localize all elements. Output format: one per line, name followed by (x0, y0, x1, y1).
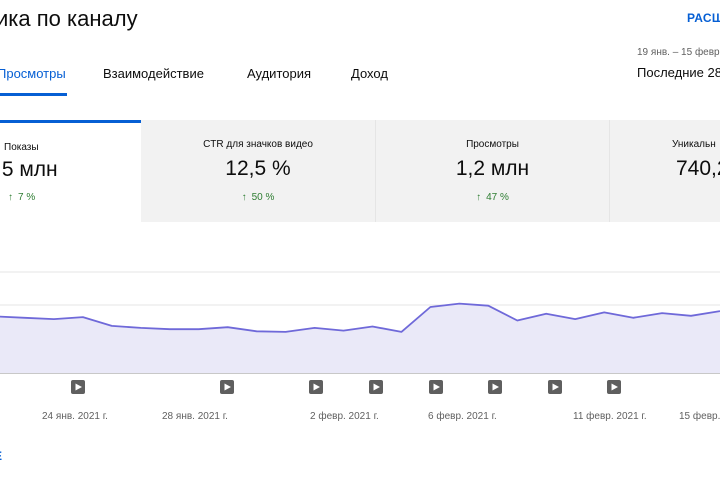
metric-card-ctr[interactable]: CTR для значков видео 12,5 % ↑ 50 % (141, 120, 375, 222)
tab-engagement[interactable]: Взаимодействие (103, 66, 204, 81)
x-tick-label: 6 февр. 2021 г. (428, 410, 497, 422)
period-selector[interactable]: Последние 28 (637, 65, 720, 80)
video-published-marker[interactable] (488, 380, 502, 394)
video-published-marker[interactable] (71, 380, 85, 394)
active-tab-indicator (0, 93, 67, 96)
video-published-marker[interactable] (309, 380, 323, 394)
arrow-up-icon: ↑ (476, 192, 482, 203)
metric-card-impressions[interactable]: Показы ,5 млн ↑ 7 % (0, 120, 141, 222)
more-link[interactable]: Е (0, 449, 2, 463)
arrow-up-icon: ↑ (241, 192, 247, 203)
metric-label: CTR для значков видео (203, 139, 313, 150)
x-tick-label: 28 янв. 2021 г. (162, 411, 228, 422)
x-tick-label: 11 февр. 2021 г. (573, 410, 647, 422)
metric-change: ↑ 47 % (476, 192, 509, 203)
video-published-marker[interactable] (369, 380, 383, 394)
x-tick-label: 2 февр. 2021 г. (310, 410, 379, 422)
advanced-mode-link[interactable]: РАСШ (687, 11, 720, 25)
x-tick-label: 24 янв. 2021 г. (42, 411, 108, 422)
metric-cards: Показы ,5 млн ↑ 7 % CTR для значков видео… (0, 120, 720, 222)
views-chart: 24 янв. 2021 г. 28 янв. 2021 г. 2 февр. 20… (0, 271, 720, 422)
video-published-marker[interactable] (429, 380, 443, 394)
tab-revenue[interactable]: Доход (351, 66, 388, 81)
page-title: ика по каналу (0, 6, 138, 31)
video-published-marker[interactable] (607, 380, 621, 394)
metric-value: 1,2 млн (455, 157, 530, 180)
metric-value: ,5 млн (0, 158, 58, 181)
metric-change: ↑ 50 % (241, 192, 275, 203)
metric-label: Показы (4, 142, 39, 153)
metric-label: Просмотры (466, 139, 519, 150)
tab-views[interactable]: Просмотры (0, 66, 66, 81)
video-markers (71, 380, 621, 394)
date-range: 19 янв. – 15 февр. (637, 47, 720, 58)
arrow-up-icon: ↑ (8, 192, 13, 203)
x-axis-ticks: 24 янв. 2021 г. 28 янв. 2021 г. 2 февр. 20… (42, 410, 720, 422)
x-tick-label: 15 февр. (679, 410, 720, 422)
metric-value: 12,5 % (225, 157, 291, 180)
metric-value: 740,2 (676, 157, 720, 180)
video-published-marker[interactable] (548, 380, 562, 394)
video-published-marker[interactable] (220, 380, 234, 394)
tab-audience[interactable]: Аудитория (247, 66, 311, 81)
metric-card-views[interactable]: Просмотры 1,2 млн ↑ 47 % (376, 120, 609, 222)
metric-card-unique-viewers[interactable]: Уникальн 740,2 ↑ (610, 120, 720, 222)
metric-label: Уникальн (672, 139, 716, 150)
metric-change: ↑ 7 % (8, 192, 36, 203)
